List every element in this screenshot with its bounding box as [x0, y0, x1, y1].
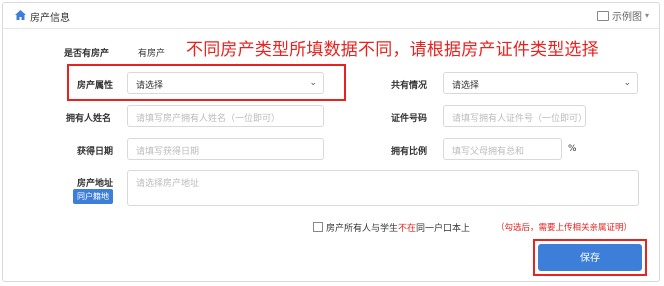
property-type-select[interactable]: 请选择 ⌄	[127, 72, 324, 94]
annotation-text: 不同房产类型所填数据不同，请根据房产证件类型选择	[186, 40, 599, 60]
shared-label: 共有情况	[391, 81, 428, 91]
panel-header: 房产信息 示例图 ▾	[3, 3, 659, 29]
same-household-text-before: 房产所有人与学生	[326, 224, 399, 234]
save-button[interactable]: 保存	[538, 244, 642, 271]
cert-no-label: 证件号码	[391, 114, 428, 124]
ownership-ratio-input[interactable]: 填写父母拥有总和	[443, 138, 562, 160]
home-icon	[15, 10, 26, 20]
acquire-date-input[interactable]: 请填写获得日期	[127, 138, 324, 160]
panel-title: 房产信息	[30, 13, 70, 24]
shared-select[interactable]: 请选择 ⌄	[443, 72, 638, 94]
image-icon	[596, 10, 609, 21]
chevron-down-icon: ▾	[644, 11, 649, 20]
shared-value: 请选择	[452, 81, 480, 91]
example-image-button[interactable]: 示例图 ▾	[596, 8, 649, 23]
chevron-down-icon: ⌄	[623, 78, 631, 88]
property-type-label: 房产属性	[77, 81, 114, 91]
same-household-hint: （勾选后，需要上传相关亲属证明）	[496, 223, 633, 233]
acquire-date-label: 获得日期	[77, 147, 114, 157]
has-property-label: 是否有房产	[64, 49, 110, 59]
same-as-household-tag[interactable]: 同户籍地	[73, 189, 113, 204]
same-household-text-highlight: 不在	[398, 224, 417, 234]
address-textarea[interactable]: 请选择房产地址	[127, 170, 639, 206]
same-household-label: 房产所有人与学生不在同一户口本上	[326, 221, 470, 234]
property-type-value: 请选择	[136, 81, 164, 91]
example-image-label: 示例图	[611, 12, 642, 23]
has-property-value[interactable]: 有房产	[138, 46, 165, 59]
cert-no-input[interactable]: 请填写拥有人证件号（一位即可）	[443, 105, 586, 127]
same-household-checkbox[interactable]	[313, 222, 323, 232]
ownership-ratio-label: 拥有比例	[391, 147, 428, 157]
ownership-ratio-placeholder: 填写父母拥有总和	[452, 147, 525, 157]
owner-name-label: 拥有人姓名	[66, 114, 112, 124]
owner-name-input[interactable]: 请填写房产拥有人姓名（一位即可）	[127, 105, 324, 127]
owner-name-placeholder: 请填写房产拥有人姓名（一位即可）	[136, 114, 281, 124]
cert-no-placeholder: 请填写拥有人证件号（一位即可）	[452, 114, 586, 124]
same-household-text-after: 同一户口本上	[416, 224, 471, 234]
chevron-down-icon: ⌄	[309, 78, 317, 88]
acquire-date-placeholder: 请填写获得日期	[136, 147, 200, 157]
address-placeholder: 请选择房产地址	[136, 179, 200, 189]
percent-unit: %	[568, 144, 577, 154]
address-label: 房产地址	[77, 179, 114, 189]
